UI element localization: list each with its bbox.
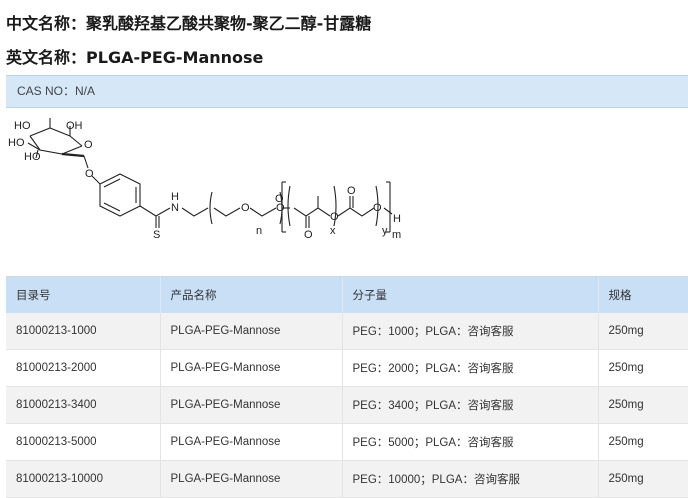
label-ho-low: HO (24, 151, 41, 163)
catalog-number-cell: 81000213-2000 (6, 349, 161, 387)
product-name-cell: PLGA-PEG-Mannose (160, 349, 343, 387)
label-carbonyl-oxygen-2: O (347, 185, 356, 197)
label-ring-oxygen: O (84, 139, 93, 151)
product-table-container: 目录号 产品名称 分子量 规格 81000213-1000 PLGA-PEG-M… (6, 276, 688, 498)
label-aryl-oxygen: O (85, 168, 94, 180)
chinese-name-label: 中文名称： (6, 14, 87, 33)
label-peg-oxygen-1: O (241, 202, 250, 214)
chinese-name-line: 中文名称：聚乳酸羟基乙酸共聚物-聚乙二醇-甘露糖 (6, 10, 371, 34)
molecular-weight-cell: PEG：3400；PLGA：咨询客服 (342, 386, 599, 424)
spec-cell: 250mg (598, 386, 688, 424)
catalog-number-cell: 81000213-3400 (6, 386, 161, 424)
chinese-name-value: 聚乳酸羟基乙酸共聚物-聚乙二醇-甘露糖 (86, 14, 372, 33)
table-row: 81000213-2000 PLGA-PEG-Mannose PEG：2000；… (6, 349, 688, 387)
label-ho-mid: HO (8, 137, 25, 149)
spec-cell: 250mg (598, 313, 688, 350)
molecular-weight-cell: PEG：10000；PLGA：咨询客服 (342, 460, 599, 498)
molecular-weight-cell: PEG：5000；PLGA：咨询客服 (342, 423, 599, 461)
product-name-cell: PLGA-PEG-Mannose (160, 313, 343, 350)
label-carbonyl-oxygen-1: O (304, 229, 313, 241)
label-m-subscript: m (392, 229, 401, 241)
label-n-subscript: n (256, 225, 262, 237)
column-header-spec: 规格 (598, 277, 688, 313)
english-name-value: PLGA-PEG-Mannose (86, 48, 264, 67)
table-row: 81000213-5000 PLGA-PEG-Mannose PEG：5000；… (6, 423, 688, 461)
catalog-number-cell: 81000213-10000 (6, 460, 161, 498)
spec-cell: 250mg (598, 349, 688, 387)
product-name-cell: PLGA-PEG-Mannose (160, 423, 343, 461)
cas-bar: CAS NO：N/A (6, 75, 688, 108)
label-x-subscript: x (330, 225, 336, 237)
english-name-label: 英文名称： (6, 48, 87, 67)
product-name-cell: PLGA-PEG-Mannose (160, 460, 343, 498)
column-header-catalog: 目录号 (6, 277, 161, 313)
label-ho-top: HO (14, 120, 31, 132)
label-amide-h: H (171, 191, 179, 203)
chemical-structure-diagram: HO OH HO HO O O S N H O O n O O O x O O … (8, 118, 401, 241)
cas-number: CAS NO：N/A (17, 84, 96, 98)
label-link-oxygen: O (275, 193, 284, 205)
label-nitrogen: N (171, 202, 179, 214)
english-name-line: 英文名称：PLGA-PEG-Mannose (6, 44, 263, 68)
label-end-oxygen: O (373, 202, 382, 214)
table-row: 81000213-10000 PLGA-PEG-Mannose PEG：1000… (6, 460, 688, 498)
product-name-cell: PLGA-PEG-Mannose (160, 386, 343, 424)
column-header-product-name: 产品名称 (160, 277, 343, 313)
spec-cell: 250mg (598, 423, 688, 461)
table-row: 81000213-3400 PLGA-PEG-Mannose PEG：3400；… (6, 386, 688, 424)
label-ester-oxygen: O (330, 211, 339, 223)
column-header-molecular-weight: 分子量 (342, 277, 599, 313)
table-header-row: 目录号 产品名称 分子量 规格 (6, 277, 688, 313)
catalog-number-cell: 81000213-5000 (6, 423, 161, 461)
label-end-h: H (393, 213, 401, 225)
catalog-number-cell: 81000213-1000 (6, 313, 161, 350)
label-y-subscript: y (382, 225, 388, 237)
molecular-weight-cell: PEG：2000；PLGA：咨询客服 (342, 349, 599, 387)
label-sulfur: S (153, 229, 160, 241)
label-oh-top: OH (66, 120, 83, 132)
table-row: 81000213-1000 PLGA-PEG-Mannose PEG：1000；… (6, 313, 688, 350)
molecular-weight-cell: PEG：1000；PLGA：咨询客服 (342, 313, 599, 350)
spec-cell: 250mg (598, 460, 688, 498)
product-table: 目录号 产品名称 分子量 规格 81000213-1000 PLGA-PEG-M… (6, 277, 688, 498)
